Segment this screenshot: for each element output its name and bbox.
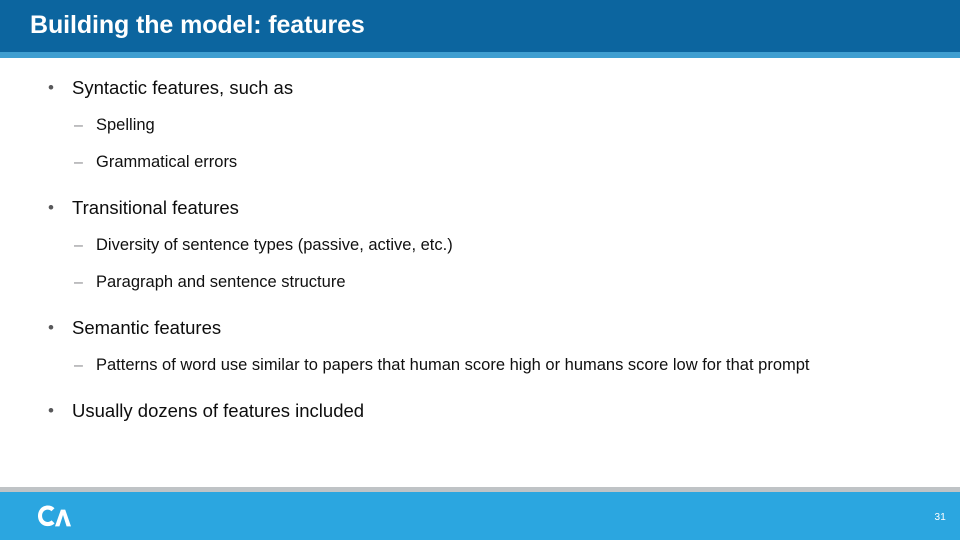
list-item-label: Spelling [96, 116, 155, 134]
bullet-dash-icon: – [74, 117, 83, 134]
bullet-dot-icon: • [48, 78, 54, 97]
ca-logo-icon [34, 503, 80, 533]
slide: Building the model: features • Syntactic… [0, 0, 960, 540]
bullet-dash-icon: – [74, 154, 83, 171]
list-item-label: Paragraph and sentence structure [96, 273, 346, 291]
page-title: Building the model: features [30, 11, 365, 39]
list-item-label: Syntactic features, such as [72, 77, 294, 98]
bullet-dot-icon: • [48, 318, 54, 337]
list-item: • Usually dozens of features included [0, 399, 960, 423]
list-item: • Semantic features [0, 316, 960, 340]
slide-footer-bar [0, 492, 960, 540]
list-item: – Patterns of word use similar to papers… [0, 354, 960, 377]
page-number: 31 [934, 512, 946, 523]
bullet-dash-icon: – [74, 357, 83, 374]
list-item: – Diversity of sentence types (passive, … [0, 234, 960, 257]
bullet-dot-icon: • [48, 198, 54, 217]
bullet-dash-icon: – [74, 274, 83, 291]
list-item: • Syntactic features, such as [0, 76, 960, 100]
bullet-dot-icon: • [48, 401, 54, 420]
list-item-label: Transitional features [72, 197, 239, 218]
list-item: – Paragraph and sentence structure [0, 271, 960, 294]
list-item-label: Diversity of sentence types (passive, ac… [96, 236, 453, 254]
list-item-label: Semantic features [72, 317, 222, 338]
list-item: – Spelling [0, 114, 960, 137]
bullet-dash-icon: – [74, 237, 83, 254]
slide-body: • Syntactic features, such as – Spelling… [0, 58, 960, 488]
list-item-label: Grammatical errors [96, 153, 238, 171]
list-item-label: Patterns of word use similar to papers t… [96, 356, 810, 374]
list-item-label: Usually dozens of features included [72, 400, 365, 421]
list-item: – Grammatical errors [0, 151, 960, 174]
list-item: • Transitional features [0, 196, 960, 220]
